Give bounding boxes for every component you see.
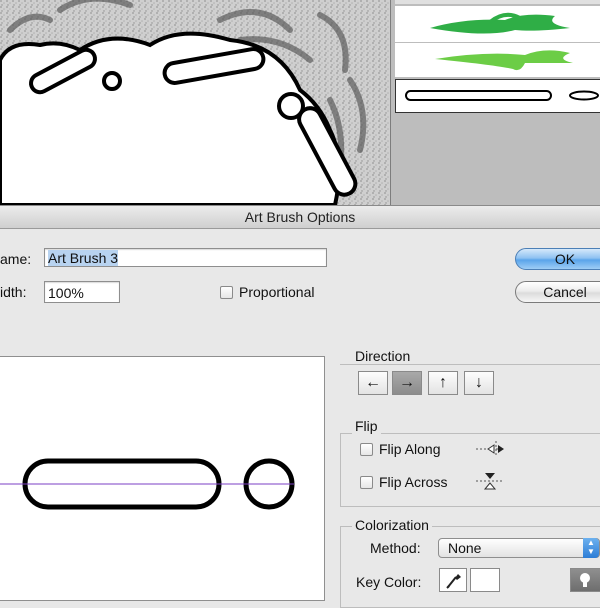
colorization-title: Colorization	[352, 517, 432, 533]
cancel-button[interactable]: Cancel	[515, 281, 600, 303]
flip-along-checkbox[interactable]	[360, 443, 373, 456]
direction-group-border	[340, 364, 600, 365]
flip-along-icon	[476, 441, 504, 457]
method-label: Method:	[370, 540, 421, 556]
dialog-titlebar[interactable]: Art Brush Options	[0, 206, 600, 229]
name-field-value: Art Brush 3	[48, 250, 119, 266]
green-brush-stroke-2	[435, 50, 573, 71]
tips-button[interactable]	[570, 568, 600, 592]
key-color-label: Key Color:	[356, 574, 422, 590]
flip-title: Flip	[352, 418, 381, 434]
width-label: idth:	[0, 284, 27, 300]
name-field[interactable]: Art Brush 3	[44, 248, 327, 267]
dialog-title: Art Brush Options	[244, 209, 356, 225]
green-brush-stroke-1	[430, 12, 570, 34]
brushes-panel	[390, 0, 600, 205]
brush-row-green-2[interactable]	[395, 43, 600, 77]
art-brush-options-dialog: Art Brush Options ame: Art Brush 3 idth:…	[0, 205, 600, 608]
name-label: ame:	[0, 251, 32, 267]
select-stepper-icon: ▲ ▼	[583, 538, 599, 558]
ok-button[interactable]: OK	[515, 248, 600, 270]
flip-across-icon	[476, 473, 504, 490]
flip-across-label: Flip Across	[379, 474, 448, 490]
arrow-right-icon[interactable]: →	[392, 371, 422, 395]
flip-across-checkbox[interactable]	[360, 476, 373, 489]
method-value: None	[448, 540, 482, 556]
direction-title: Direction	[352, 348, 414, 364]
width-field[interactable]: 100%	[44, 281, 120, 303]
brush-row-art-brush-3-selected[interactable]	[395, 79, 600, 113]
proportional-label: Proportional	[239, 284, 315, 300]
brush-row-top[interactable]	[395, 0, 600, 4]
eyedropper-button[interactable]	[439, 568, 467, 592]
key-color-swatch[interactable]	[470, 568, 500, 592]
arrow-down-icon[interactable]: ↓	[464, 371, 494, 395]
proportional-checkbox[interactable]	[220, 286, 233, 299]
flip-along-label: Flip Along	[379, 441, 441, 457]
brush-row-green-1[interactable]	[395, 6, 600, 42]
eyedropper-icon	[446, 574, 461, 589]
brush-preview-art	[0, 458, 295, 510]
method-select[interactable]: None ▲ ▼	[438, 538, 600, 558]
brush-preview	[0, 356, 325, 601]
pill-brush-preview	[405, 90, 599, 101]
lightbulb-icon	[580, 573, 590, 587]
arrow-up-icon[interactable]: ↑	[428, 371, 458, 395]
artboard-canvas[interactable]	[0, 0, 390, 205]
arrow-left-icon[interactable]: ←	[358, 371, 388, 395]
